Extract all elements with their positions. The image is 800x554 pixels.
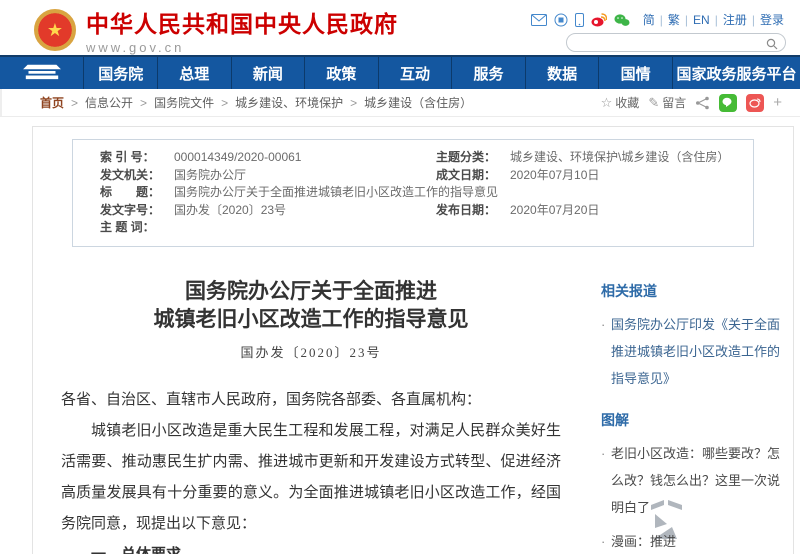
home-icon	[19, 62, 65, 84]
wechat-share-button[interactable]	[719, 94, 737, 112]
main-nav: 国务院总理新闻政策互动服务数据国情国家政务服务平台	[0, 55, 800, 89]
page: ★ 中华人民共和国中央人民政府 www.gov.cn	[0, 0, 800, 554]
sidebar-section-title: 相关报道	[601, 281, 783, 301]
mail-icon[interactable]	[531, 14, 547, 26]
meta-row-left: 标 题：国务院办公厅关于全面推进城镇老旧小区改造工作的指导意见	[100, 184, 741, 202]
rss-icon[interactable]	[554, 13, 568, 27]
sidebar: 相关报道国务院办公厅印发《关于全面推进城镇老旧小区改造工作的指导意见》图解老旧小…	[561, 247, 793, 554]
comment-button[interactable]: ✎ 留言	[648, 94, 686, 111]
meta-value: 国务院办公厅关于全面推进城镇老旧小区改造工作的指导意见	[174, 184, 498, 202]
breadcrumb-item[interactable]: 信息公开	[85, 94, 133, 111]
nav-item[interactable]: 服务	[451, 57, 525, 89]
meta-value: 城乡建设、环境保护\城乡建设（含住房）	[510, 149, 729, 167]
breadcrumb-item[interactable]: 国务院文件	[154, 94, 214, 111]
nav-item[interactable]: 国情	[598, 57, 672, 89]
document-meta-box: 索 引 号：000014349/2020-00061主题分类：城乡建设、环境保护…	[72, 139, 754, 247]
meta-label: 主题分类：	[436, 149, 510, 167]
breadcrumb: 首页>信息公开>国务院文件>城乡建设、环境保护>城乡建设（含住房）	[40, 94, 472, 111]
meta-label: 索 引 号：	[100, 149, 174, 167]
favorite-button[interactable]: ☆ 收藏	[601, 94, 640, 111]
wechat-icon[interactable]	[614, 13, 630, 27]
search-box	[566, 33, 786, 52]
breadcrumb-item[interactable]: 城乡建设（含住房）	[364, 94, 472, 111]
nav-item[interactable]: 国家政务服务平台	[672, 57, 800, 89]
meta-label: 发文机关：	[100, 167, 174, 185]
article-paragraph: 各省、自治区、直辖市人民政府，国务院各部委、各直属机构：	[61, 385, 561, 416]
content-area: 国务院办公厅关于全面推进 城镇老旧小区改造工作的指导意见 国办发〔2020〕23…	[33, 247, 793, 554]
body-text: 城镇老旧小区改造是重大民生工程和发展工程，对满足人民群众美好生活需要、推动惠民生…	[61, 423, 561, 532]
meta-row-right: 发布日期：2020年07月20日	[436, 202, 741, 220]
breadcrumb-separator: >	[64, 96, 85, 110]
nav-item[interactable]: 政策	[304, 57, 378, 89]
article-paragraph: 一、总体要求	[61, 540, 561, 554]
login-link[interactable]: 登录	[758, 11, 786, 28]
meta-row-right: 成文日期：2020年07月10日	[436, 167, 741, 185]
page-actions: ☆ 收藏 ✎ 留言 +	[601, 94, 782, 112]
meta-row-left: 主 题 词：	[100, 219, 741, 237]
breadcrumb-item[interactable]: 城乡建设、环境保护	[235, 94, 343, 111]
nav-item[interactable]: 互动	[378, 57, 452, 89]
sidebar-link[interactable]: 老旧小区改造：哪些要改？怎么改？钱怎么出？这里一次说明白了	[601, 440, 783, 521]
nav-item[interactable]: 新闻	[231, 57, 305, 89]
breadcrumb-separator: >	[133, 96, 154, 110]
header-utilities: 简|繁|EN|注册|登录	[531, 0, 786, 55]
star-icon: ☆	[601, 95, 613, 111]
sidebar-link[interactable]: 国务院办公厅印发《关于全面推进城镇老旧小区改造工作的指导意见》	[601, 311, 783, 392]
search-icon[interactable]	[766, 37, 778, 55]
weibo-icon[interactable]	[591, 13, 607, 27]
meta-row-left: 发文机关：国务院办公厅	[100, 167, 436, 185]
sidebar-section: 相关报道国务院办公厅印发《关于全面推进城镇老旧小区改造工作的指导意见》	[601, 281, 783, 392]
sidebar-section: 图解老旧小区改造：哪些要改？怎么改？钱怎么出？这里一次说明白了漫画：推进	[601, 410, 783, 554]
sidebar-link[interactable]: 漫画：推进	[601, 528, 783, 554]
breadcrumb-row: 首页>信息公开>国务院文件>城乡建设、环境保护>城乡建设（含住房） ☆ 收藏 ✎…	[0, 89, 800, 117]
bold-text: 一、总体要求	[91, 547, 181, 554]
meta-value: 2020年07月10日	[510, 167, 599, 185]
pencil-icon: ✎	[648, 95, 659, 111]
breadcrumb-separator: >	[343, 96, 364, 110]
breadcrumb-item[interactable]: 首页	[40, 94, 64, 111]
site-title: 中华人民共和国中央人民政府	[86, 5, 398, 39]
weibo-share-button[interactable]	[746, 94, 764, 112]
national-emblem-logo: ★	[34, 9, 76, 51]
meta-label: 成文日期：	[436, 167, 510, 185]
meta-row-left: 索 引 号：000014349/2020-00061	[100, 149, 436, 167]
share-button[interactable]	[695, 96, 710, 110]
lang-simplified-link[interactable]: 简	[641, 11, 657, 28]
article-body: 各省、自治区、直辖市人民政府，国务院各部委、各直属机构： 城镇老旧小区改造是重大民…	[61, 385, 561, 554]
nav-item[interactable]: 总理	[157, 57, 231, 89]
search-input[interactable]	[577, 35, 767, 52]
article-paragraph: 城镇老旧小区改造是重大民生工程和发展工程，对满足人民群众美好生活需要、推动惠民生…	[61, 416, 561, 540]
meta-value: 国务院办公厅	[174, 167, 246, 185]
nav-item[interactable]: 数据	[525, 57, 599, 89]
article: 国务院办公厅关于全面推进 城镇老旧小区改造工作的指导意见 国办发〔2020〕23…	[61, 247, 561, 554]
more-share-button[interactable]: +	[773, 94, 782, 111]
site-brand[interactable]: ★ 中华人民共和国中央人民政府 www.gov.cn	[34, 5, 398, 55]
meta-label: 发布日期：	[436, 202, 510, 220]
mobile-icon[interactable]	[575, 13, 584, 27]
lang-english-link[interactable]: EN	[691, 13, 712, 27]
meta-value: 2020年07月20日	[510, 202, 599, 220]
meta-value: 000014349/2020-00061	[174, 149, 301, 167]
sidebar-section-title: 图解	[601, 410, 783, 430]
main-container: 索 引 号：000014349/2020-00061主题分类：城乡建设、环境保护…	[32, 126, 794, 554]
meta-label: 标 题：	[100, 184, 174, 202]
meta-label: 主 题 词：	[100, 219, 174, 237]
document-title: 国务院办公厅关于全面推进 城镇老旧小区改造工作的指导意见	[61, 277, 561, 333]
nav-item[interactable]: 国务院	[83, 57, 157, 89]
site-url: www.gov.cn	[86, 40, 398, 55]
quick-links: 简|繁|EN|注册|登录	[641, 11, 786, 28]
register-link[interactable]: 注册	[721, 11, 749, 28]
site-header: ★ 中华人民共和国中央人民政府 www.gov.cn	[0, 0, 800, 55]
document-number: 国办发〔2020〕23号	[61, 342, 561, 361]
meta-value: 国办发〔2020〕23号	[174, 202, 286, 220]
body-text: 各省、自治区、直辖市人民政府，国务院各部委、各直属机构：	[61, 392, 481, 408]
meta-label: 发文字号：	[100, 202, 174, 220]
lang-traditional-link[interactable]: 繁	[666, 11, 682, 28]
meta-row-left: 发文字号：国办发〔2020〕23号	[100, 202, 436, 220]
meta-row-right: 主题分类：城乡建设、环境保护\城乡建设（含住房）	[436, 149, 741, 167]
breadcrumb-separator: >	[214, 96, 235, 110]
nav-item-home[interactable]	[0, 57, 83, 89]
